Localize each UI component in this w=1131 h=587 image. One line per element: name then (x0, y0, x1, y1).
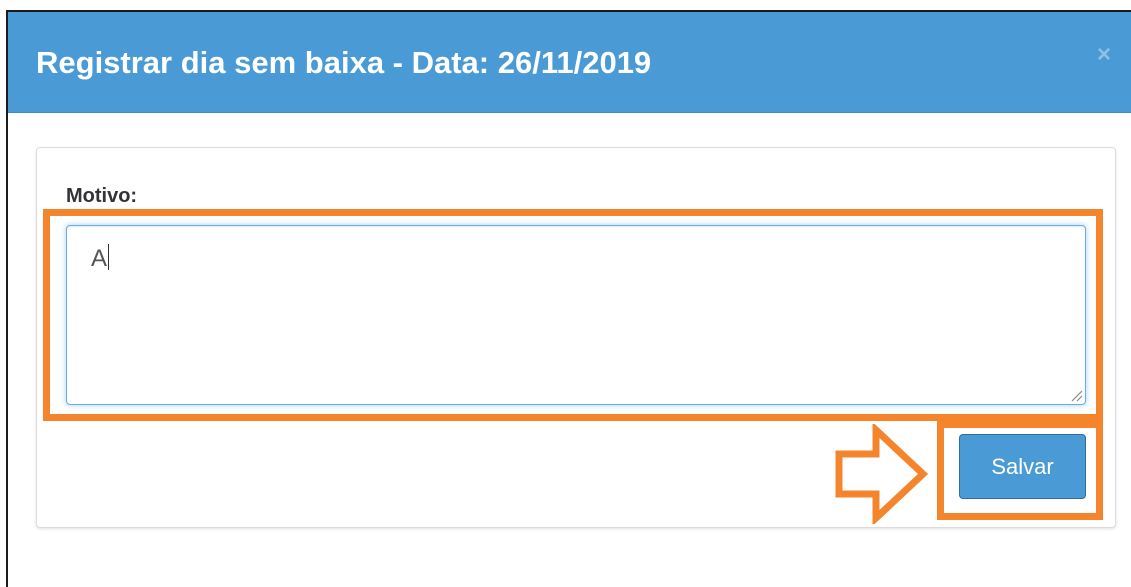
close-icon[interactable]: × (1093, 41, 1115, 68)
modal-title: Registrar dia sem baixa - Data: 26/11/20… (36, 45, 652, 80)
motivo-textarea[interactable]: A (66, 225, 1086, 405)
motivo-label: Motivo: (66, 185, 138, 207)
motivo-textarea-value: A (91, 244, 110, 272)
modal-header: Registrar dia sem baixa - Data: 26/11/20… (8, 12, 1131, 113)
resize-grip-icon[interactable] (1069, 388, 1083, 402)
text-cursor (108, 244, 110, 270)
save-button[interactable]: Salvar (959, 434, 1086, 499)
arrow-right-icon (835, 424, 929, 524)
